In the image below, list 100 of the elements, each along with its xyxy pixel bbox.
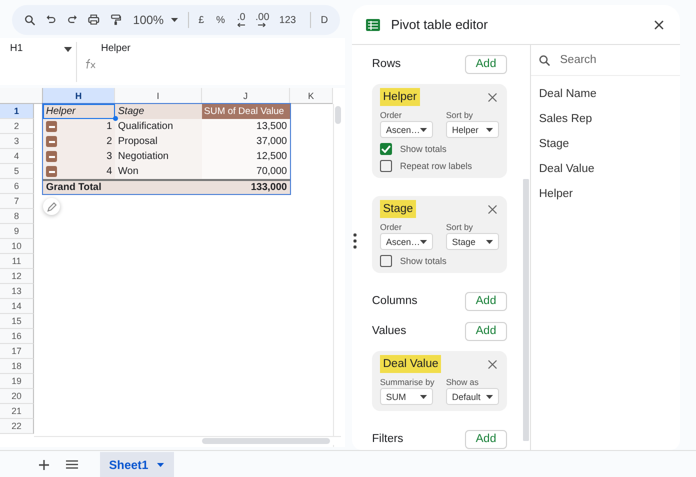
table-cell: 133,000 bbox=[202, 179, 290, 194]
add-button[interactable]: Add bbox=[465, 322, 507, 340]
caret-icon[interactable] bbox=[420, 240, 427, 244]
row-header[interactable]: 8 bbox=[0, 209, 34, 224]
row-header[interactable]: 5 bbox=[0, 164, 34, 179]
scrollbar-thumb[interactable] bbox=[523, 179, 529, 441]
toolbar-button[interactable]: D bbox=[320, 14, 328, 26]
close-icon[interactable] bbox=[654, 20, 664, 30]
caret-icon[interactable] bbox=[486, 128, 493, 132]
sheet-tab[interactable]: Sheet1 bbox=[100, 452, 174, 477]
add-button[interactable]: Add bbox=[465, 54, 507, 74]
dropdown[interactable]: Helper bbox=[446, 121, 499, 138]
field-list-item[interactable]: Helper bbox=[539, 181, 680, 206]
caret-icon[interactable] bbox=[64, 47, 72, 52]
row-header[interactable]: 22 bbox=[0, 419, 34, 434]
edit-button[interactable] bbox=[43, 198, 60, 215]
add-sheet-icon[interactable] bbox=[39, 460, 49, 470]
row-header[interactable]: 1 bbox=[0, 104, 34, 119]
row-header[interactable]: 3 bbox=[0, 134, 34, 149]
add-button[interactable]: Add bbox=[465, 430, 507, 448]
search-icon[interactable] bbox=[24, 13, 36, 27]
caret-icon[interactable] bbox=[420, 394, 427, 398]
section-label: Filters bbox=[372, 433, 404, 445]
field-list-item[interactable]: Sales Rep bbox=[539, 106, 680, 131]
dropdown-label: Sort by bbox=[446, 110, 474, 120]
checkbox[interactable] bbox=[380, 255, 392, 267]
dropdown[interactable]: Ascen… bbox=[380, 121, 433, 138]
toolbar-button[interactable]: £ bbox=[198, 14, 204, 26]
decrease-decimal-button[interactable]: .0 bbox=[237, 13, 246, 27]
row-header[interactable]: 10 bbox=[0, 239, 34, 254]
close-icon[interactable] bbox=[488, 92, 497, 102]
search-field[interactable]: Search bbox=[560, 54, 680, 66]
collapse-icon[interactable] bbox=[46, 136, 57, 147]
field-list-item[interactable]: Stage bbox=[539, 131, 680, 156]
menu-icon[interactable] bbox=[66, 460, 78, 469]
dropdown[interactable]: SUM bbox=[380, 388, 433, 405]
caret-icon[interactable] bbox=[486, 240, 493, 244]
dropdown[interactable]: Ascen… bbox=[380, 233, 433, 250]
toolbar-button[interactable]: 123 bbox=[279, 14, 296, 26]
row-header[interactable]: 13 bbox=[0, 284, 34, 299]
table-cell: 37,000 bbox=[202, 134, 290, 149]
table-cell: Helper bbox=[43, 104, 115, 119]
table-cell: Qualification bbox=[115, 119, 202, 134]
printer-icon[interactable] bbox=[88, 13, 100, 27]
row-header[interactable]: 6 bbox=[0, 179, 34, 194]
dropdown-label: Order bbox=[380, 110, 403, 120]
close-icon[interactable] bbox=[488, 204, 497, 214]
increase-decimal-button[interactable]: .00 bbox=[255, 13, 270, 27]
row-header[interactable]: 20 bbox=[0, 389, 34, 404]
table-cell: SUM of Deal Value bbox=[202, 104, 290, 119]
row-header[interactable]: 19 bbox=[0, 374, 34, 389]
column-header[interactable]: K bbox=[290, 88, 333, 104]
field-chip: Helper bbox=[380, 88, 420, 106]
field-list-item[interactable]: Deal Value bbox=[539, 156, 680, 181]
row-header[interactable]: 9 bbox=[0, 224, 34, 239]
row-header[interactable]: 16 bbox=[0, 329, 34, 344]
dropdown[interactable]: Stage bbox=[446, 233, 499, 250]
field-chip: Deal Value bbox=[380, 355, 442, 373]
column-header[interactable]: H bbox=[43, 88, 115, 104]
table-cell: Won bbox=[115, 164, 202, 179]
row-header[interactable]: 7 bbox=[0, 194, 34, 209]
collapse-icon[interactable] bbox=[46, 166, 57, 177]
name-box[interactable]: H1 bbox=[10, 43, 64, 54]
row-header[interactable]: 11 bbox=[0, 254, 34, 269]
table-cell: Grand Total bbox=[43, 179, 115, 194]
row-header[interactable]: 18 bbox=[0, 359, 34, 374]
field-list-item[interactable]: Deal Name bbox=[539, 81, 680, 106]
table-cell: Negotiation bbox=[115, 149, 202, 164]
row-header[interactable]: 15 bbox=[0, 314, 34, 329]
drag-handle-icon[interactable] bbox=[353, 233, 357, 249]
row-header[interactable]: 17 bbox=[0, 344, 34, 359]
checkbox[interactable] bbox=[380, 160, 392, 172]
add-button[interactable]: Add bbox=[465, 292, 507, 310]
row-header[interactable]: 14 bbox=[0, 299, 34, 314]
row-header[interactable]: 21 bbox=[0, 404, 34, 419]
scrollbar-thumb[interactable] bbox=[335, 106, 341, 124]
section-label: Values bbox=[372, 325, 406, 337]
close-icon[interactable] bbox=[488, 360, 497, 368]
collapse-icon[interactable] bbox=[46, 121, 57, 132]
paint-roller-icon[interactable] bbox=[110, 13, 122, 27]
dropdown-label: Show as bbox=[446, 377, 480, 387]
caret-icon[interactable] bbox=[157, 462, 164, 466]
caret-icon[interactable] bbox=[420, 128, 427, 132]
checkbox[interactable] bbox=[380, 143, 392, 155]
caret-icon[interactable] bbox=[170, 18, 178, 22]
row-header[interactable]: 4 bbox=[0, 149, 34, 164]
row-header[interactable]: 12 bbox=[0, 269, 34, 284]
collapse-icon[interactable] bbox=[46, 151, 57, 162]
dropdown-label: Summarise by bbox=[380, 377, 434, 387]
dropdown-label: Sort by bbox=[446, 222, 474, 232]
dropdown[interactable]: Default bbox=[446, 388, 499, 405]
scrollbar-thumb[interactable] bbox=[202, 438, 330, 444]
caret-icon[interactable] bbox=[486, 394, 493, 398]
formula-text[interactable]: Helper bbox=[101, 43, 130, 54]
column-header[interactable]: I bbox=[115, 88, 202, 104]
toolbar-button[interactable]: % bbox=[216, 14, 226, 26]
table-cell: 1 bbox=[106, 121, 112, 132]
zoom-dropdown[interactable]: 100% bbox=[133, 13, 178, 27]
row-header[interactable]: 2 bbox=[0, 119, 34, 134]
table-cell: 4 bbox=[106, 166, 112, 177]
